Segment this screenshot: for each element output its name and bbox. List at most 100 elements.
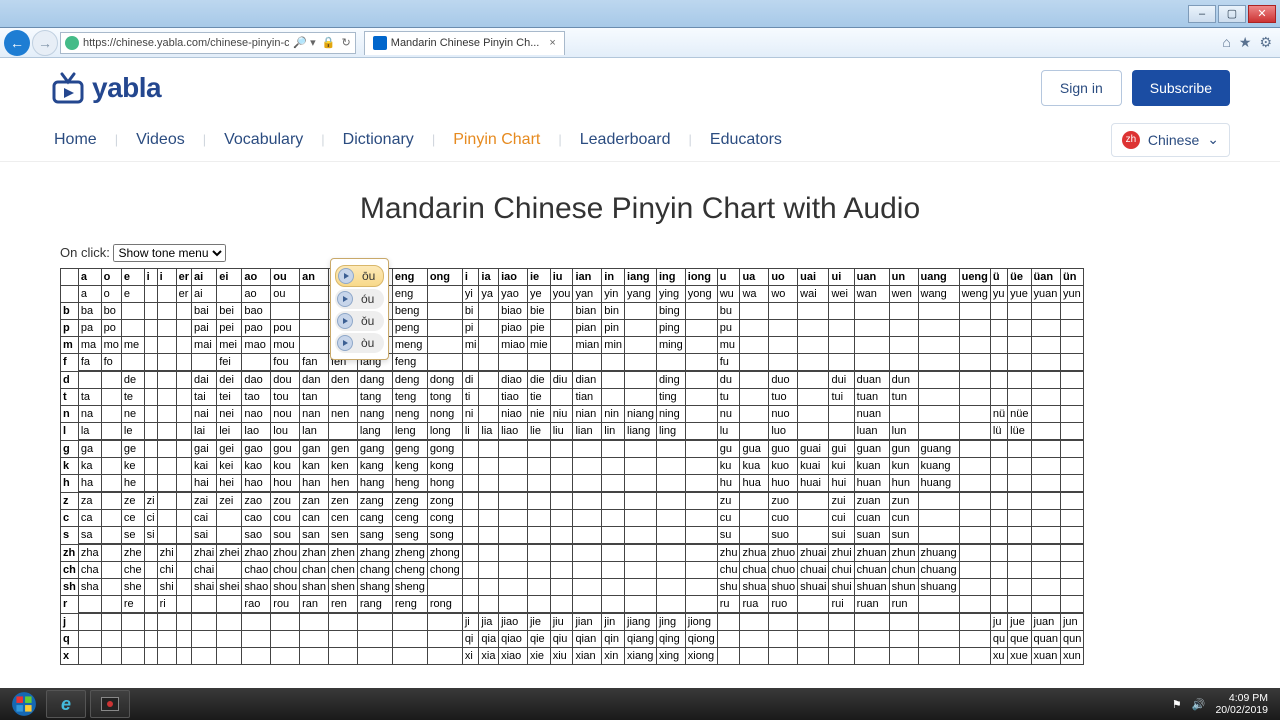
syllable-zhan[interactable]: zhan bbox=[300, 544, 329, 562]
syllable-chai[interactable]: chai bbox=[192, 562, 217, 579]
syllable-shao[interactable]: shao bbox=[242, 579, 271, 596]
syllable-tian[interactable]: tian bbox=[573, 389, 602, 406]
syllable-tie[interactable]: tie bbox=[527, 389, 550, 406]
syllable-cuo[interactable]: cuo bbox=[769, 510, 798, 527]
syllable-kun[interactable]: kun bbox=[889, 458, 918, 475]
syllable-fo[interactable]: fo bbox=[101, 354, 121, 372]
final-uai[interactable]: uai bbox=[798, 269, 829, 286]
syllable-shuang[interactable]: shuang bbox=[918, 579, 959, 596]
syllable-geng[interactable]: geng bbox=[392, 440, 427, 458]
syllable-xin[interactable]: xin bbox=[602, 648, 625, 665]
syllable-la[interactable]: la bbox=[78, 423, 101, 441]
syllable-ni[interactable]: ni bbox=[462, 406, 479, 423]
onclick-select[interactable]: Show tone menu bbox=[113, 244, 226, 262]
syllable-gen[interactable]: gen bbox=[329, 440, 358, 458]
syllable-xu[interactable]: xu bbox=[990, 648, 1007, 665]
syllable-gou[interactable]: gou bbox=[271, 440, 300, 458]
syllable-nou[interactable]: nou bbox=[271, 406, 300, 423]
syllable-xi[interactable]: xi bbox=[462, 648, 479, 665]
syllable-shui[interactable]: shui bbox=[829, 579, 854, 596]
syllable-pou[interactable]: pou bbox=[271, 320, 300, 337]
final-i[interactable]: i bbox=[144, 269, 157, 286]
syllable-shan[interactable]: shan bbox=[300, 579, 329, 596]
syllable-hei[interactable]: hei bbox=[217, 475, 242, 493]
syllable-qiu[interactable]: qiu bbox=[550, 631, 573, 648]
syllable-niao[interactable]: niao bbox=[499, 406, 528, 423]
syllable-jing[interactable]: jing bbox=[656, 613, 685, 631]
syllable-re[interactable]: re bbox=[121, 596, 144, 614]
syllable-po[interactable]: po bbox=[101, 320, 121, 337]
syllable-kui[interactable]: kui bbox=[829, 458, 854, 475]
syllable-keng[interactable]: keng bbox=[392, 458, 427, 475]
syllable-gong[interactable]: gong bbox=[427, 440, 462, 458]
syllable-lin[interactable]: lin bbox=[602, 423, 625, 441]
syllable-bu[interactable]: bu bbox=[717, 303, 740, 320]
syllable-lao[interactable]: lao bbox=[242, 423, 271, 441]
syllable-tao[interactable]: tao bbox=[242, 389, 271, 406]
syllable-cu[interactable]: cu bbox=[717, 510, 740, 527]
syllable-gai[interactable]: gai bbox=[192, 440, 217, 458]
syllable-teng[interactable]: teng bbox=[392, 389, 427, 406]
syllable-ai[interactable]: ai bbox=[192, 286, 217, 303]
syllable-cuan[interactable]: cuan bbox=[854, 510, 889, 527]
syllable-shang[interactable]: shang bbox=[357, 579, 392, 596]
syllable-huang[interactable]: huang bbox=[918, 475, 959, 493]
syllable-jue[interactable]: jue bbox=[1008, 613, 1031, 631]
syllable-liao[interactable]: liao bbox=[499, 423, 528, 441]
syllable-tong[interactable]: tong bbox=[427, 389, 462, 406]
syllable-qin[interactable]: qin bbox=[602, 631, 625, 648]
syllable-dang[interactable]: dang bbox=[357, 371, 392, 389]
syllable-chuang[interactable]: chuang bbox=[918, 562, 959, 579]
syllable-shuo[interactable]: shuo bbox=[769, 579, 798, 596]
syllable-qiao[interactable]: qiao bbox=[499, 631, 528, 648]
syllable-hun[interactable]: hun bbox=[889, 475, 918, 493]
syllable-ci[interactable]: ci bbox=[144, 510, 157, 527]
syllable-qing[interactable]: qing bbox=[656, 631, 685, 648]
system-tray[interactable]: ⚑ 🔊 4:09 PM 20/02/2019 bbox=[1172, 692, 1274, 716]
syllable-feng[interactable]: feng bbox=[392, 354, 427, 372]
syllable-hong[interactable]: hong bbox=[427, 475, 462, 493]
syllable-nen[interactable]: nen bbox=[329, 406, 358, 423]
syllable-leng[interactable]: leng bbox=[392, 423, 427, 441]
tone-option-4[interactable]: òu bbox=[335, 333, 384, 353]
syllable-lian[interactable]: lian bbox=[573, 423, 602, 441]
syllable-nu[interactable]: nu bbox=[717, 406, 740, 423]
final-ü[interactable]: ü bbox=[990, 269, 1007, 286]
syllable-ao[interactable]: ao bbox=[242, 286, 271, 303]
syllable-zhang[interactable]: zhang bbox=[357, 544, 392, 562]
tone-option-1[interactable]: ōu bbox=[335, 265, 384, 287]
syllable-chuan[interactable]: chuan bbox=[854, 562, 889, 579]
syllable-ren[interactable]: ren bbox=[329, 596, 358, 614]
pinyin-table[interactable]: aoeiieraieiaoouanenangengongiiaiaoieiuia… bbox=[60, 268, 1084, 665]
syllable-xun[interactable]: xun bbox=[1060, 648, 1083, 665]
syllable-kao[interactable]: kao bbox=[242, 458, 271, 475]
syllable-ga[interactable]: ga bbox=[78, 440, 101, 458]
syllable-hu[interactable]: hu bbox=[717, 475, 740, 493]
syllable-tan[interactable]: tan bbox=[300, 389, 329, 406]
syllable-zao[interactable]: zao bbox=[242, 492, 271, 510]
syllable-yong[interactable]: yong bbox=[685, 286, 717, 303]
nav-item-pinyin-chart[interactable]: Pinyin Chart bbox=[449, 131, 544, 149]
final-ie[interactable]: ie bbox=[527, 269, 550, 286]
syllable-zha[interactable]: zha bbox=[78, 544, 101, 562]
syllable-nü[interactable]: nü bbox=[990, 406, 1007, 423]
syllable-yi[interactable]: yi bbox=[462, 286, 479, 303]
syllable-lan[interactable]: lan bbox=[300, 423, 329, 441]
syllable-xing[interactable]: xing bbox=[656, 648, 685, 665]
syllable-shei[interactable]: shei bbox=[217, 579, 242, 596]
syllable-su[interactable]: su bbox=[717, 527, 740, 545]
syllable-duan[interactable]: duan bbox=[854, 371, 889, 389]
syllable-chui[interactable]: chui bbox=[829, 562, 854, 579]
syllable-zhun[interactable]: zhun bbox=[889, 544, 918, 562]
final-ua[interactable]: ua bbox=[740, 269, 769, 286]
syllable-beng[interactable]: beng bbox=[392, 303, 427, 320]
syllable-run[interactable]: run bbox=[889, 596, 918, 614]
syllable-hou[interactable]: hou bbox=[271, 475, 300, 493]
syllable-yue[interactable]: yue bbox=[1008, 286, 1031, 303]
syllable-kei[interactable]: kei bbox=[217, 458, 242, 475]
syllable-jia[interactable]: jia bbox=[479, 613, 499, 631]
syllable-xiong[interactable]: xiong bbox=[685, 648, 717, 665]
syllable-zai[interactable]: zai bbox=[192, 492, 217, 510]
final-e[interactable]: e bbox=[121, 269, 144, 286]
syllable-zhou[interactable]: zhou bbox=[271, 544, 300, 562]
